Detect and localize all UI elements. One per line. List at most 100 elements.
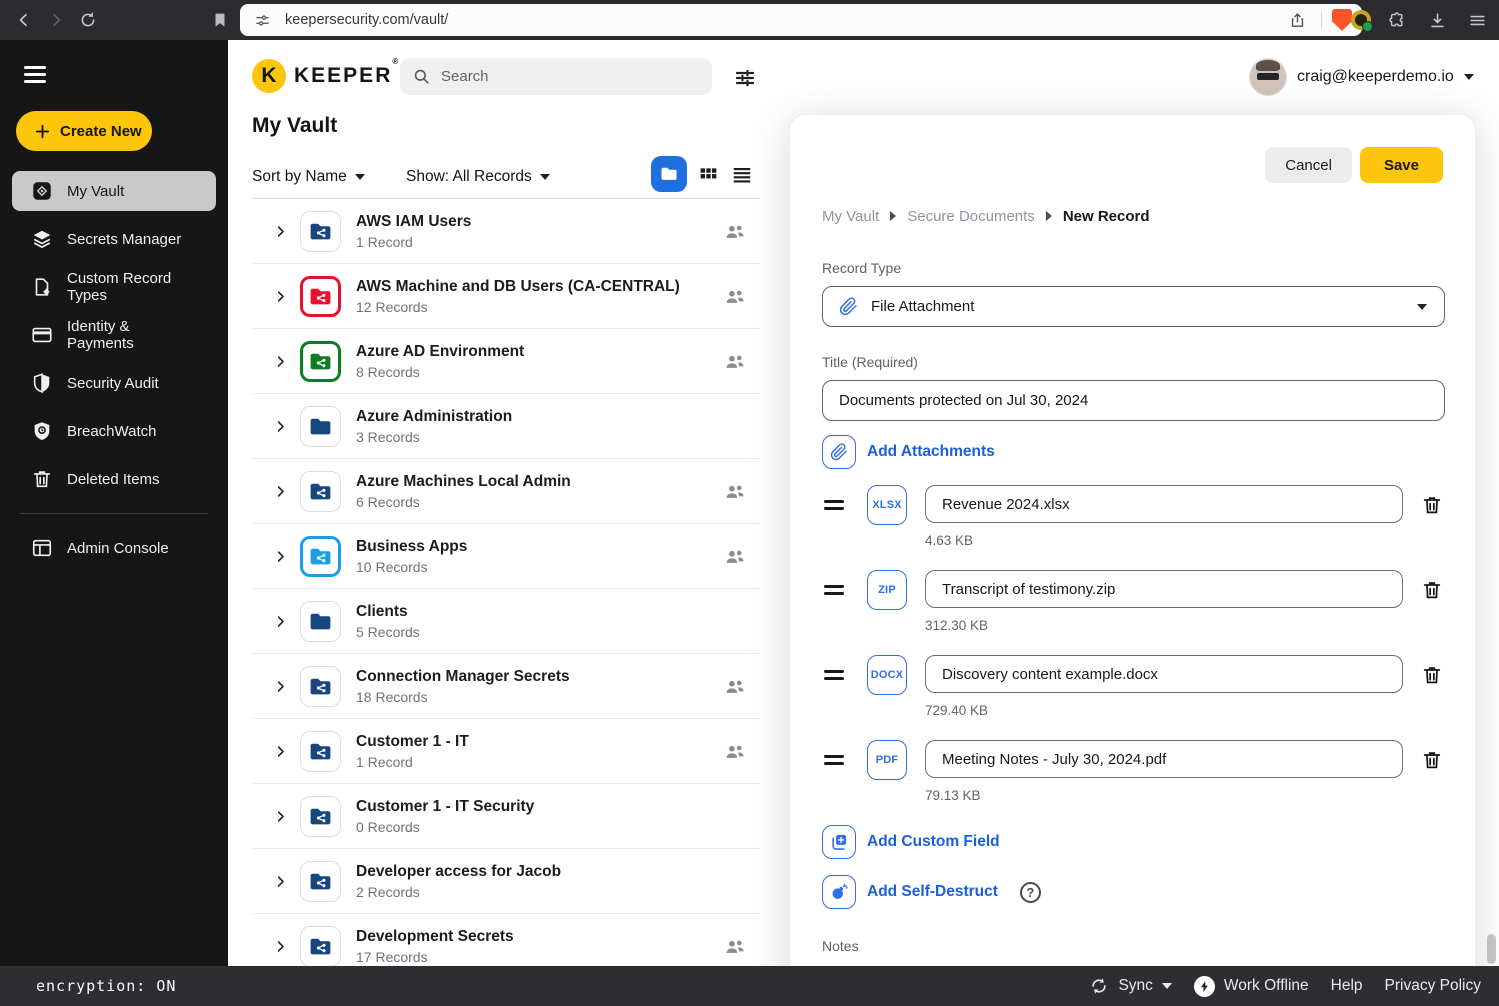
attachment-name-input[interactable] <box>925 740 1403 778</box>
sidebar-item-admin-console[interactable]: Admin Console <box>12 524 216 572</box>
breadcrumb-secure-documents[interactable]: Secure Documents <box>907 208 1035 225</box>
work-offline-button[interactable]: Work Offline <box>1193 975 1309 997</box>
keeper-extension-icon[interactable] <box>1351 10 1373 32</box>
attachment-row: ZIP 312.30 KB <box>822 570 1443 635</box>
save-button[interactable]: Save <box>1359 147 1443 183</box>
folder-row[interactable]: AWS Machine and DB Users (CA-CENTRAL) 12… <box>252 264 760 329</box>
expand-chevron-icon[interactable] <box>273 744 288 759</box>
bookmark-icon[interactable] <box>206 6 234 34</box>
drag-handle-icon[interactable] <box>824 500 844 510</box>
chevron-down-icon <box>1417 303 1427 310</box>
sidebar-item-identity-payments[interactable]: Identity & Payments <box>12 311 216 359</box>
folder-row[interactable]: Azure Machines Local Admin 6 Records <box>252 459 760 524</box>
browser-menu-icon[interactable] <box>1463 6 1491 34</box>
sidebar-item-my-vault[interactable]: My Vault <box>12 171 216 211</box>
expand-chevron-icon[interactable] <box>273 809 288 824</box>
expand-chevron-icon[interactable] <box>273 874 288 889</box>
sidebar-item-deleted-items[interactable]: Deleted Items <box>12 455 216 503</box>
sidebar-menu-icon[interactable] <box>24 66 46 83</box>
status-bar: encryption: ON Sync Work Offline Help Pr… <box>0 966 1499 1006</box>
sidebar-item-secrets-manager[interactable]: Secrets Manager <box>12 215 216 263</box>
expand-chevron-icon[interactable] <box>273 354 288 369</box>
help-link[interactable]: Help <box>1331 977 1363 995</box>
drag-handle-icon[interactable] <box>824 755 844 765</box>
show-filter-dropdown[interactable]: Show: All Records <box>406 168 550 186</box>
attachment-name-input[interactable] <box>925 570 1403 608</box>
expand-chevron-icon[interactable] <box>273 419 288 434</box>
scrollbar-thumb[interactable] <box>1487 934 1496 964</box>
add-custom-field-button[interactable]: Add Custom Field <box>822 825 1443 859</box>
expand-chevron-icon[interactable] <box>273 939 288 954</box>
delete-attachment-icon[interactable] <box>1421 579 1443 601</box>
add-self-destruct-button[interactable]: Add Self-Destruct ? <box>822 875 1443 909</box>
folder-row[interactable]: Customer 1 - IT 1 Record <box>252 719 760 784</box>
extensions-puzzle-icon[interactable] <box>1383 6 1411 34</box>
account-menu[interactable]: craig@keeperdemo.io <box>1249 58 1474 96</box>
filter-tune-icon[interactable] <box>733 66 757 90</box>
sidebar-item-custom-record-types[interactable]: Custom Record Types <box>12 263 216 311</box>
delete-attachment-icon[interactable] <box>1421 494 1443 516</box>
list-view-icon[interactable] <box>731 164 753 191</box>
record-type-select[interactable]: File Attachment <box>822 286 1445 327</box>
folder-row[interactable]: Business Apps 10 Records <box>252 524 760 589</box>
folder-icon[interactable] <box>300 405 341 447</box>
attachment-name-input[interactable] <box>925 655 1403 693</box>
folder-row[interactable]: Azure Administration 3 Records <box>252 394 760 459</box>
folder-icon[interactable] <box>300 860 341 902</box>
folder-row[interactable]: Customer 1 - IT Security 0 Records <box>252 784 760 849</box>
help-icon[interactable]: ? <box>1019 881 1041 903</box>
attachment-name-input[interactable] <box>925 485 1403 523</box>
delete-attachment-icon[interactable] <box>1421 749 1443 771</box>
cancel-button[interactable]: Cancel <box>1265 147 1352 183</box>
folder-icon[interactable] <box>300 275 341 317</box>
folder-row[interactable]: Clients 5 Records <box>252 589 760 654</box>
search-input[interactable] <box>441 68 700 85</box>
folder-icon[interactable] <box>300 535 341 577</box>
keeper-logo[interactable]: K KEEPER® <box>252 57 400 93</box>
downloads-icon[interactable] <box>1423 6 1451 34</box>
share-icon[interactable] <box>1283 6 1311 34</box>
privacy-policy-link[interactable]: Privacy Policy <box>1385 977 1481 995</box>
folder-row[interactable]: Development Secrets 17 Records <box>252 914 760 966</box>
folder-icon[interactable] <box>300 795 341 837</box>
folder-row[interactable]: Connection Manager Secrets 18 Records <box>252 654 760 719</box>
folder-icon[interactable] <box>300 210 341 252</box>
brave-shield-icon[interactable] <box>1332 9 1352 31</box>
search-bar[interactable] <box>400 58 712 95</box>
add-attachments-button[interactable]: Add Attachments <box>822 435 1443 469</box>
sort-dropdown[interactable]: Sort by Name <box>252 168 365 186</box>
folder-view-button[interactable] <box>651 156 687 192</box>
expand-chevron-icon[interactable] <box>273 549 288 564</box>
folder-icon[interactable] <box>300 665 341 707</box>
sidebar-item-security-audit[interactable]: Security Audit <box>12 359 216 407</box>
title-input[interactable] <box>839 392 1428 409</box>
drag-handle-icon[interactable] <box>824 670 844 680</box>
folder-icon[interactable] <box>300 340 341 382</box>
address-bar[interactable]: keepersecurity.com/vault/ <box>240 4 1362 36</box>
folder-row[interactable]: Developer access for Jacob 2 Records <box>252 849 760 914</box>
expand-chevron-icon[interactable] <box>273 224 288 239</box>
browser-reload-icon[interactable] <box>74 6 102 34</box>
browser-back-icon[interactable] <box>10 6 38 34</box>
sync-button[interactable]: Sync <box>1089 976 1172 996</box>
attachment-row: DOCX 729.40 KB <box>822 655 1443 720</box>
expand-chevron-icon[interactable] <box>273 679 288 694</box>
url-text[interactable]: keepersecurity.com/vault/ <box>285 12 448 28</box>
folder-icon[interactable] <box>300 730 341 772</box>
folder-icon[interactable] <box>300 600 341 642</box>
folder-row[interactable]: Azure AD Environment 8 Records <box>252 329 760 394</box>
sidebar-item-breachwatch[interactable]: BreachWatch <box>12 407 216 455</box>
expand-chevron-icon[interactable] <box>273 289 288 304</box>
folder-icon[interactable] <box>300 925 341 966</box>
grid-view-icon[interactable] <box>698 164 719 190</box>
breadcrumb-my-vault[interactable]: My Vault <box>822 208 879 225</box>
create-new-button[interactable]: Create New <box>16 111 152 151</box>
delete-attachment-icon[interactable] <box>1421 664 1443 686</box>
site-settings-icon[interactable] <box>254 12 271 29</box>
expand-chevron-icon[interactable] <box>273 484 288 499</box>
drag-handle-icon[interactable] <box>824 585 844 595</box>
browser-forward-icon[interactable] <box>42 6 70 34</box>
expand-chevron-icon[interactable] <box>273 614 288 629</box>
folder-icon[interactable] <box>300 470 341 512</box>
folder-row[interactable]: AWS IAM Users 1 Record <box>252 199 760 264</box>
